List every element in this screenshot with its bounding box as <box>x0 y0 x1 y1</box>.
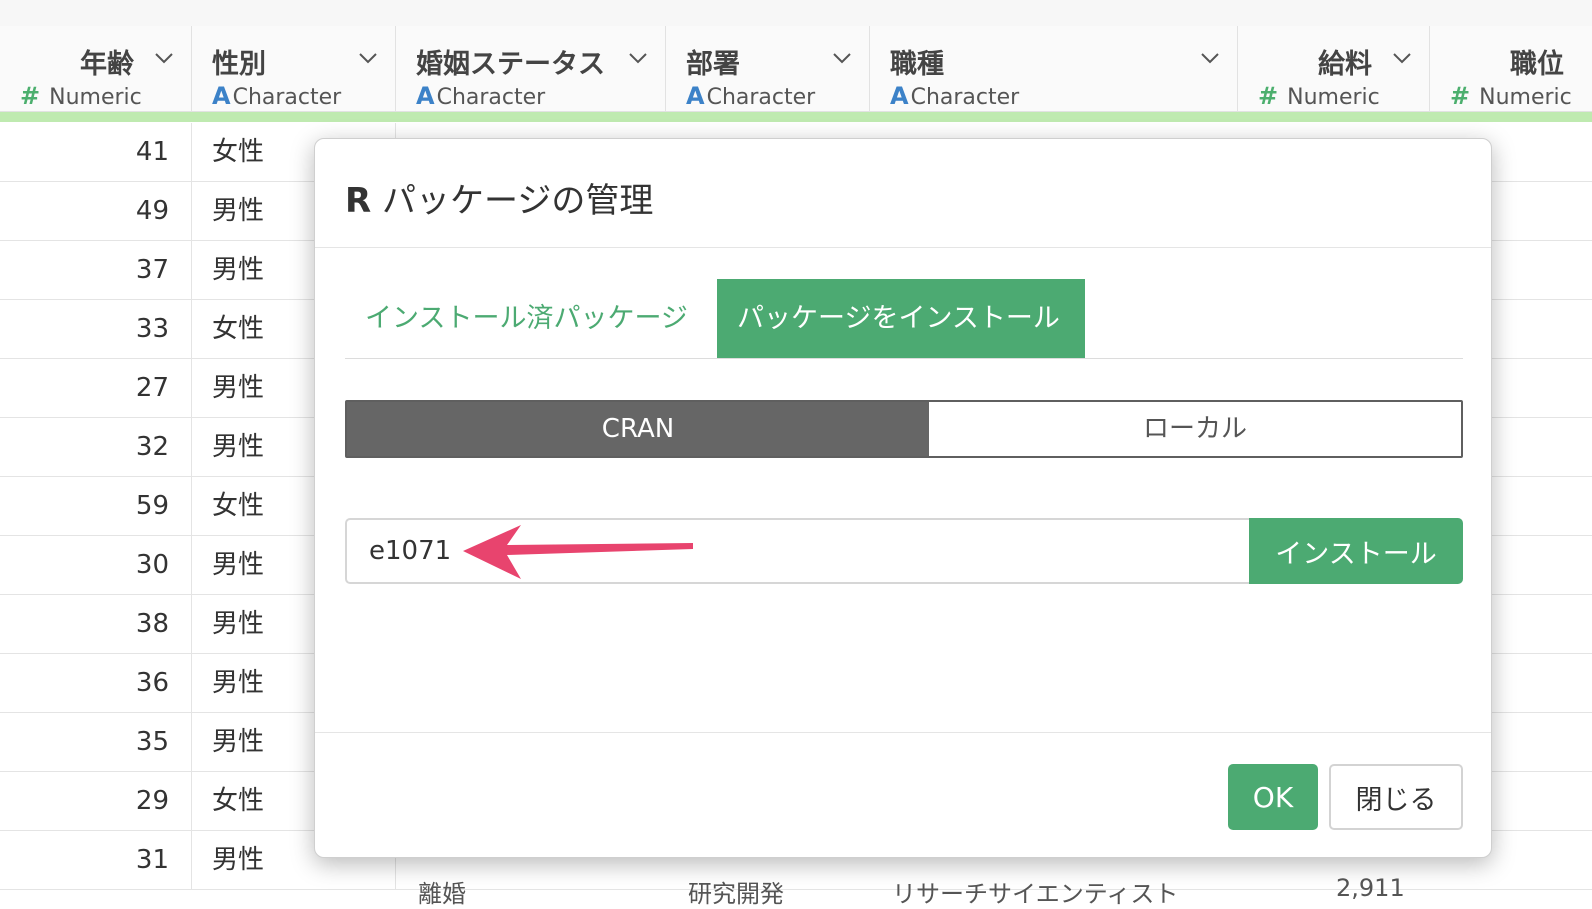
column-name: 性別 <box>212 49 266 80</box>
age-cell: 36 <box>0 654 192 713</box>
column-header-marital-status[interactable]: 婚姻ステータス ACharacter <box>396 26 666 112</box>
character-type-icon: A <box>686 82 705 110</box>
age-cell: 49 <box>0 182 192 241</box>
ok-button[interactable]: OK <box>1228 764 1318 830</box>
chevron-down-icon[interactable] <box>830 46 854 70</box>
source-selector: CRAN ローカル <box>345 400 1463 458</box>
arrow-left-icon <box>463 525 693 579</box>
column-header-job[interactable]: 職種 ACharacter <box>870 26 1238 112</box>
tab-bar: インストール済パッケージ パッケージをインストール <box>345 279 1463 359</box>
column-name: 婚姻ステータス <box>416 49 605 80</box>
chevron-down-icon[interactable] <box>356 46 380 70</box>
column-name: 給料 <box>1318 49 1372 80</box>
age-cell: 30 <box>0 536 192 595</box>
age-cell: 29 <box>0 772 192 831</box>
column-header-department[interactable]: 部署 ACharacter <box>666 26 870 112</box>
chevron-down-icon[interactable] <box>1198 46 1222 70</box>
column-name: 職位 <box>1510 49 1564 80</box>
column-type: # Numeric <box>1258 82 1380 110</box>
column-type: ACharacter <box>686 82 816 110</box>
age-cell: 27 <box>0 359 192 418</box>
chevron-down-icon[interactable] <box>1390 46 1414 70</box>
install-button[interactable]: インストール <box>1249 518 1463 584</box>
data-quality-bar <box>0 112 1592 122</box>
age-cell: 38 <box>0 595 192 654</box>
age-cell: 33 <box>0 300 192 359</box>
character-type-icon: A <box>212 82 231 110</box>
salary-cell: 2,911 <box>1336 874 1405 902</box>
source-cran-option[interactable]: CRAN <box>347 402 929 456</box>
column-type: # Numeric <box>20 82 142 110</box>
divider <box>315 247 1491 248</box>
job-cell: リサーチサイエンティスト <box>892 880 1179 908</box>
column-header-salary[interactable]: 給料 # Numeric <box>1238 26 1430 112</box>
source-local-option[interactable]: ローカル <box>929 402 1461 456</box>
column-header-position[interactable]: 職位 # Numeric <box>1430 26 1592 112</box>
numeric-type-icon: # <box>1450 82 1471 110</box>
age-cell: 35 <box>0 713 192 772</box>
department-cell: 研究開発 <box>688 880 784 908</box>
column-header-gender[interactable]: 性別 ACharacter <box>192 26 396 112</box>
top-toolbar-strip <box>0 0 1592 27</box>
chevron-down-icon[interactable] <box>626 46 650 70</box>
marital-cell: 離婚 <box>418 880 466 908</box>
dialog-title: R パッケージの管理 <box>345 181 654 221</box>
age-cell: 59 <box>0 477 192 536</box>
column-name: 年齢 <box>80 49 134 80</box>
tab-installed-packages[interactable]: インストール済パッケージ <box>345 279 708 358</box>
age-cell: 37 <box>0 241 192 300</box>
column-header-age[interactable]: 年齢 # Numeric <box>0 26 192 112</box>
chevron-down-icon[interactable] <box>152 46 176 70</box>
age-cell: 32 <box>0 418 192 477</box>
numeric-type-icon: # <box>1258 82 1279 110</box>
character-type-icon: A <box>416 82 435 110</box>
column-name: 部署 <box>686 49 740 80</box>
character-type-icon: A <box>890 82 909 110</box>
close-button[interactable]: 閉じる <box>1329 764 1463 830</box>
divider <box>315 732 1491 733</box>
numeric-type-icon: # <box>20 82 41 110</box>
column-type: ACharacter <box>890 82 1020 110</box>
column-type: ACharacter <box>212 82 342 110</box>
column-type: # Numeric <box>1450 82 1572 110</box>
age-cell: 31 <box>0 831 192 890</box>
r-package-manager-dialog: R パッケージの管理 インストール済パッケージ パッケージをインストール CRA… <box>314 138 1492 858</box>
column-name: 職種 <box>890 49 944 80</box>
column-type: ACharacter <box>416 82 546 110</box>
age-cell: 41 <box>0 123 192 182</box>
tab-install-package[interactable]: パッケージをインストール <box>717 279 1085 358</box>
